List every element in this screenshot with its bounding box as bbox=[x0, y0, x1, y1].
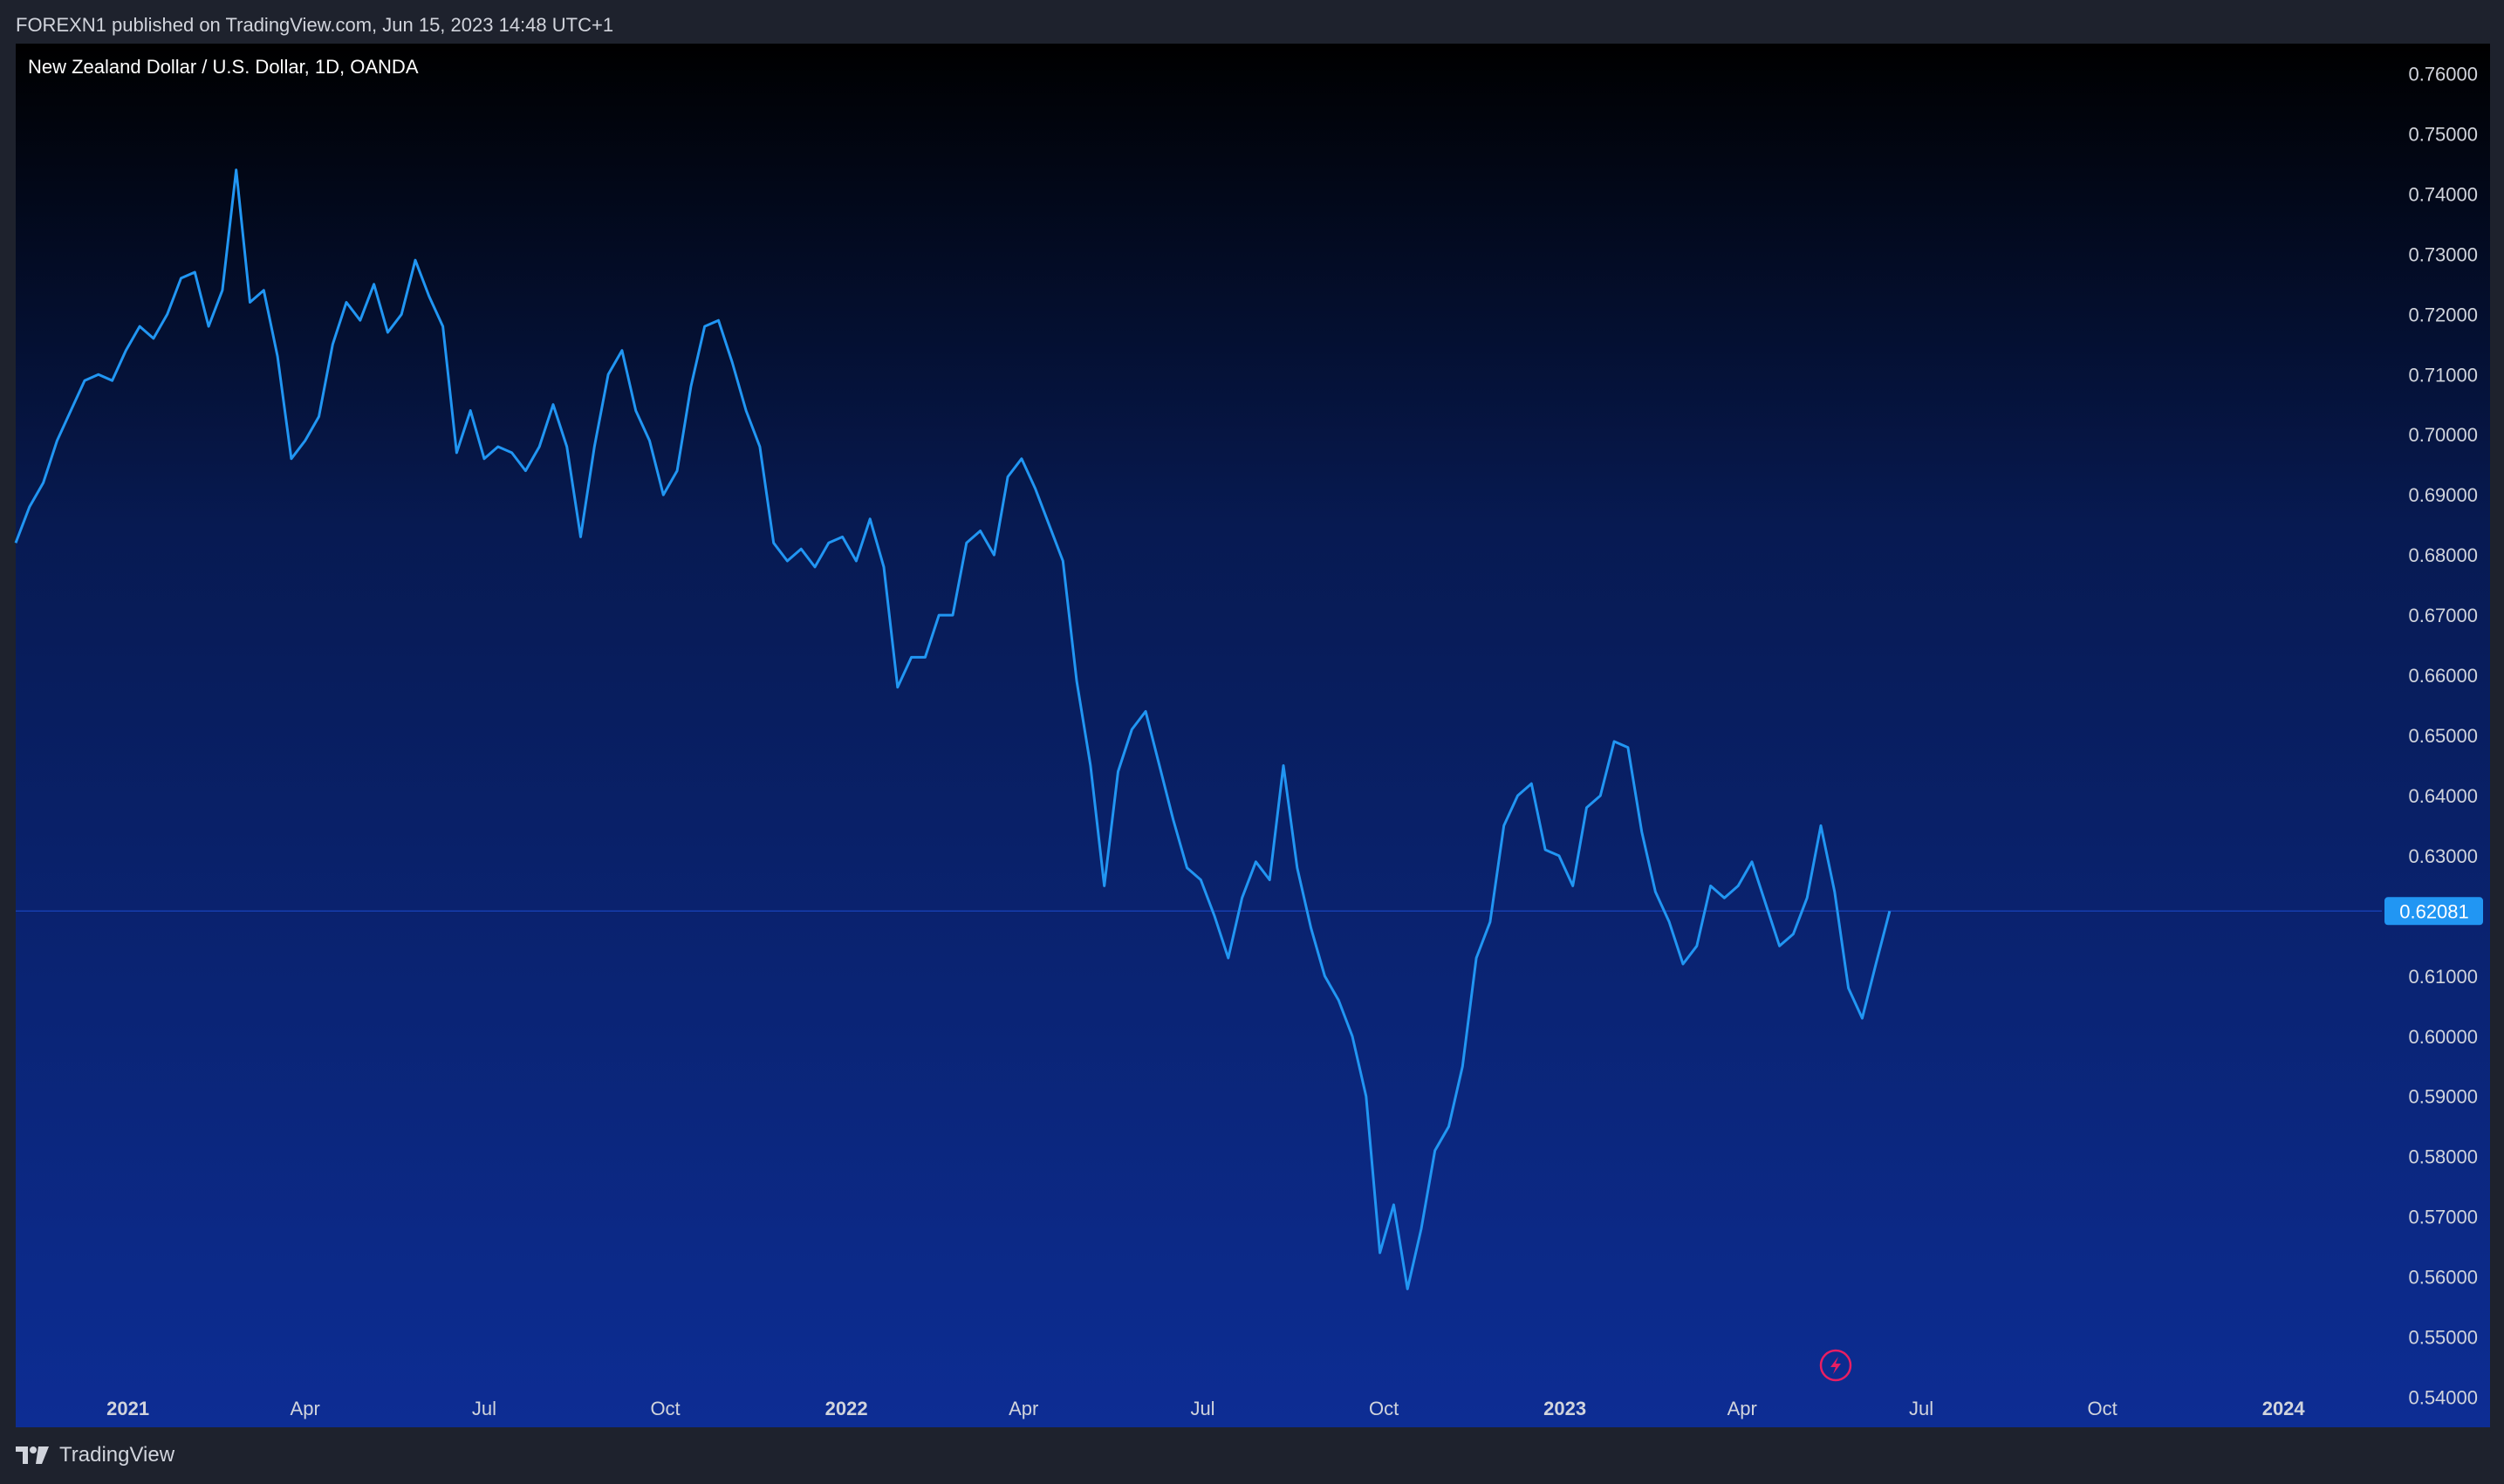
y-tick-label: 0.63000 bbox=[2408, 845, 2478, 867]
y-tick-label: 0.74000 bbox=[2408, 183, 2478, 205]
tradingview-logo-text: TradingView bbox=[59, 1443, 175, 1467]
x-tick-label: 2024 bbox=[2262, 1398, 2306, 1419]
tradingview-logo[interactable]: TradingView bbox=[16, 1440, 174, 1471]
x-tick-label: Oct bbox=[1369, 1398, 1399, 1419]
x-tick-label: Apr bbox=[1727, 1398, 1757, 1419]
y-tick-label: 0.57000 bbox=[2408, 1207, 2478, 1228]
y-tick-label: 0.59000 bbox=[2408, 1086, 2478, 1108]
y-tick-label: 0.54000 bbox=[2408, 1387, 2478, 1409]
y-tick-label: 0.75000 bbox=[2408, 123, 2478, 145]
x-tick-label: Jul bbox=[1909, 1398, 1933, 1419]
y-tick-label: 0.73000 bbox=[2408, 243, 2478, 265]
chart-title: New Zealand Dollar / U.S. Dollar, 1D, OA… bbox=[28, 56, 419, 78]
x-tick-label: Oct bbox=[2087, 1398, 2117, 1419]
y-tick-label: 0.67000 bbox=[2408, 605, 2478, 626]
y-tick-label: 0.70000 bbox=[2408, 424, 2478, 446]
last-price-badge: 0.62081 bbox=[2384, 897, 2483, 926]
y-tick-label: 0.56000 bbox=[2408, 1267, 2478, 1289]
y-tick-label: 0.68000 bbox=[2408, 544, 2478, 566]
y-tick-label: 0.61000 bbox=[2408, 966, 2478, 988]
y-tick-label: 0.58000 bbox=[2408, 1146, 2478, 1168]
y-tick-label: 0.60000 bbox=[2408, 1026, 2478, 1048]
x-tick-label: Apr bbox=[1009, 1398, 1038, 1419]
x-tick-label: Oct bbox=[650, 1398, 680, 1419]
x-tick-label: 2021 bbox=[106, 1398, 149, 1419]
y-tick-label: 0.64000 bbox=[2408, 785, 2478, 807]
y-axis: 0.76000 0.75000 0.74000 0.73000 0.72000 0.710… bbox=[2408, 63, 2478, 1408]
x-tick-label: 2022 bbox=[825, 1398, 868, 1419]
y-tick-label: 0.76000 bbox=[2408, 63, 2478, 85]
x-tick-label: 2023 bbox=[1543, 1398, 1586, 1419]
y-tick-label: 0.66000 bbox=[2408, 665, 2478, 687]
chart-background bbox=[16, 44, 2490, 1427]
y-tick-label: 0.65000 bbox=[2408, 725, 2478, 747]
y-tick-label: 0.72000 bbox=[2408, 304, 2478, 325]
price-chart[interactable]: New Zealand Dollar / U.S. Dollar, 1D, OA… bbox=[0, 0, 2504, 1484]
tradingview-logo-icon bbox=[16, 1446, 49, 1464]
x-tick-label: Jul bbox=[1190, 1398, 1214, 1419]
y-tick-label: 0.71000 bbox=[2408, 364, 2478, 386]
y-tick-label: 0.69000 bbox=[2408, 484, 2478, 506]
last-price-label: 0.62081 bbox=[2399, 900, 2469, 922]
y-tick-label: 0.55000 bbox=[2408, 1327, 2478, 1349]
x-tick-label: Apr bbox=[291, 1398, 320, 1419]
x-tick-label: Jul bbox=[472, 1398, 496, 1419]
